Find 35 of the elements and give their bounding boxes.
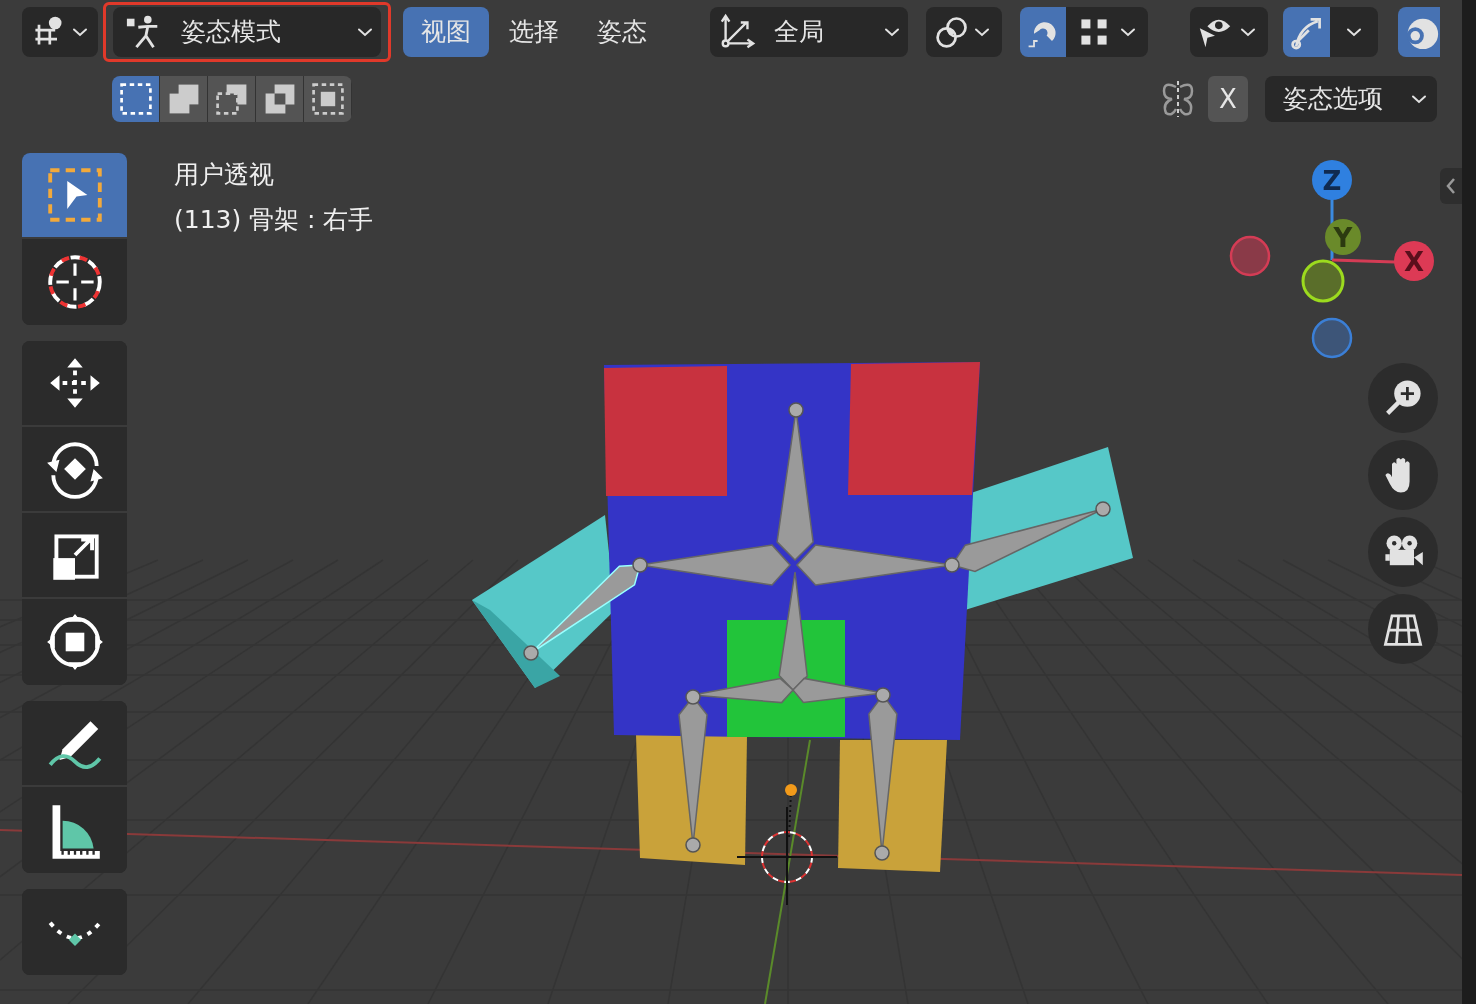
tool-button[interactable] xyxy=(22,153,127,239)
linked-circles-icon xyxy=(934,14,970,50)
viewport-info-text: 用户透视 xyxy=(174,159,275,191)
negative-x-axis-ball[interactable] xyxy=(1229,235,1271,277)
select-mode-button[interactable] xyxy=(112,76,160,122)
armature-drawing[interactable] xyxy=(523,402,1111,861)
mode-dropdown[interactable]: 姿态模式 xyxy=(113,7,381,57)
tool-button[interactable] xyxy=(22,701,127,787)
orientation-dropdown[interactable]: 全局 xyxy=(710,7,908,57)
select-mode-icon xyxy=(309,81,346,117)
select-mode-button[interactable] xyxy=(304,76,352,122)
editor-type-button[interactable] xyxy=(22,7,98,57)
menu-item[interactable]: 姿态 xyxy=(579,7,665,57)
select-mode-button[interactable] xyxy=(208,76,256,122)
viewport-info-text: (113) 骨架 : 右手 xyxy=(174,204,374,236)
selectability-dropdown[interactable] xyxy=(1190,7,1268,57)
pivot-dropdown[interactable] xyxy=(926,7,1002,57)
tool-button[interactable] xyxy=(22,341,127,427)
menu-item[interactable]: 选择 xyxy=(491,7,577,57)
shading-button[interactable] xyxy=(1398,7,1440,57)
view-nav-button[interactable] xyxy=(1368,517,1438,587)
options-dropdown[interactable]: 姿态选项 xyxy=(1265,76,1437,122)
snap-target-dropdown[interactable] xyxy=(1066,7,1148,57)
3d-cursor-drawing[interactable] xyxy=(736,806,838,906)
menu-item[interactable]: 视图 xyxy=(403,7,489,57)
select-mode-icon xyxy=(117,81,154,117)
bone-toggle[interactable] xyxy=(1283,7,1330,57)
negative-z-axis-ball[interactable] xyxy=(1311,317,1353,359)
select-mode-button[interactable] xyxy=(160,76,208,122)
collapse-tab[interactable] xyxy=(1440,168,1462,204)
negative-y-axis-ball[interactable] xyxy=(1301,259,1345,303)
mirror-x-toggle[interactable]: X xyxy=(1208,76,1248,122)
snap-toggle[interactable] xyxy=(1020,7,1066,57)
axes-icon xyxy=(718,13,756,51)
select-mode-button[interactable] xyxy=(256,76,304,122)
